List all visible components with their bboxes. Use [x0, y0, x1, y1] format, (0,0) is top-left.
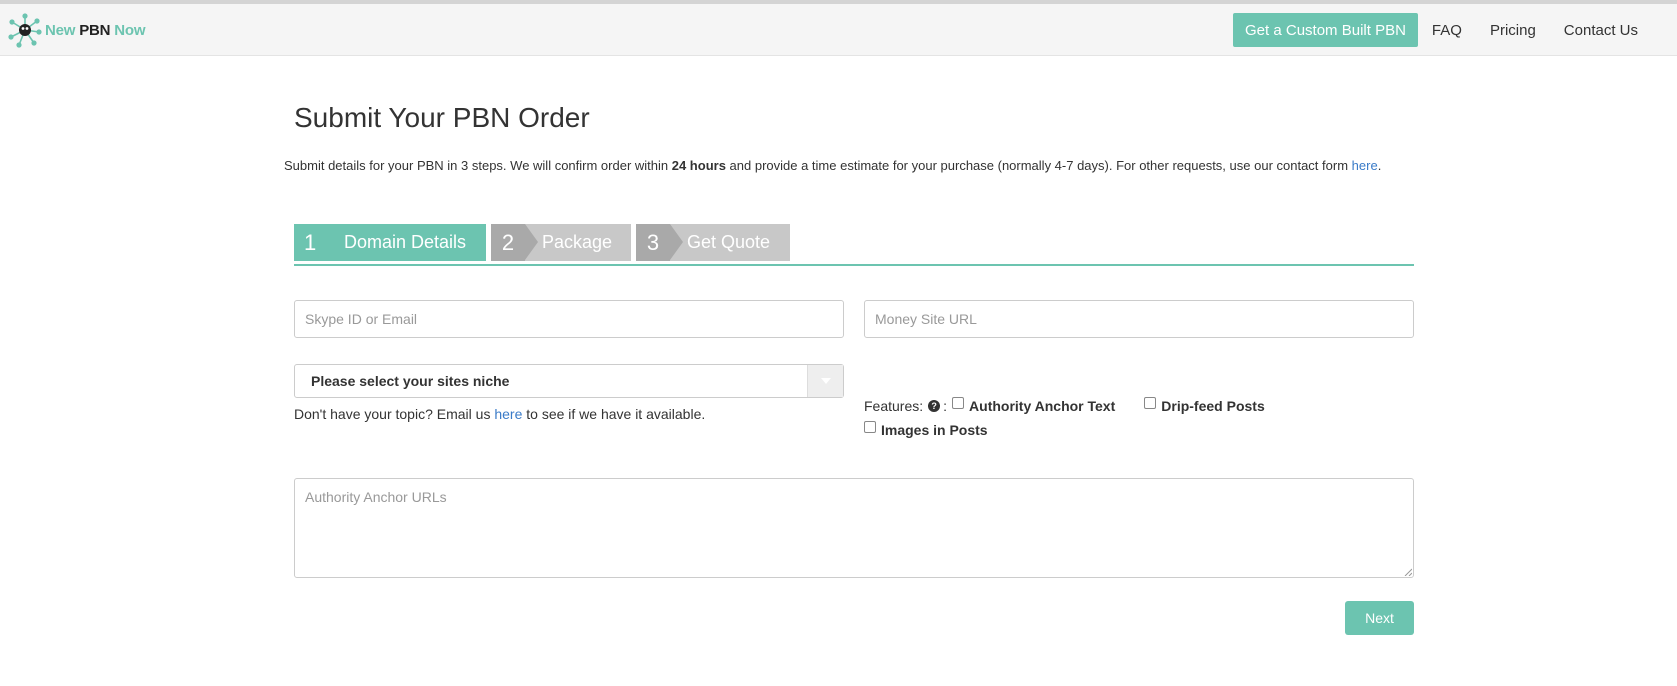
help-before: Don't have your topic? Email us: [294, 406, 495, 422]
nav-link-faq[interactable]: FAQ: [1418, 22, 1476, 39]
next-button[interactable]: Next: [1345, 601, 1414, 635]
niche-select[interactable]: Please select your sites niche: [294, 364, 844, 398]
textarea-placeholder: Authority Anchor URLs: [305, 489, 447, 505]
step-number-box: 3: [636, 224, 670, 261]
money-site-url-input[interactable]: Money Site URL: [864, 300, 1414, 338]
drip-feed-label[interactable]: Drip-feed Posts: [1161, 398, 1264, 414]
drip-feed-checkbox[interactable]: [1144, 397, 1157, 409]
step-arrow-icon: [525, 224, 538, 260]
order-steps: 1 Domain Details 2 Package 3 Get Quote: [294, 224, 854, 261]
features-row: Images in Posts: [864, 420, 988, 440]
steps-divider: [294, 264, 1414, 266]
authority-anchor-urls-textarea[interactable]: Authority Anchor URLs: [294, 478, 1414, 578]
brand-name: New PBN Now: [45, 21, 146, 39]
features-row: Features: ? : Authority Anchor Text Drip…: [864, 396, 1265, 416]
intro-end: .: [1377, 158, 1382, 173]
step-number: 2: [501, 229, 515, 255]
features-separator: :: [943, 398, 948, 414]
niche-help-text: Don't have your topic? Email us here to …: [294, 406, 705, 422]
nav-custom-pbn-button[interactable]: Get a Custom Built PBN: [1233, 13, 1418, 47]
nav-links: Get a Custom Built PBN FAQ Pricing Conta…: [1233, 13, 1652, 47]
authority-anchor-checkbox[interactable]: [952, 397, 965, 409]
niche-select-value: Please select your sites niche: [311, 373, 510, 389]
step-get-quote[interactable]: 3 Get Quote: [636, 224, 790, 261]
chevron-down-icon: [820, 378, 831, 384]
brand-logo[interactable]: New PBN Now: [8, 12, 146, 48]
step-label: Package: [542, 232, 613, 252]
question-circle-icon[interactable]: ?: [928, 400, 941, 412]
brand-part-new: New: [45, 21, 76, 39]
select-toggle[interactable]: [807, 365, 843, 397]
step-arrow-icon: [670, 224, 683, 260]
step-package[interactable]: 2 Package: [491, 224, 631, 261]
step-label: Get Quote: [687, 232, 771, 252]
network-logo-icon: [8, 13, 42, 48]
nav-link-contact[interactable]: Contact Us: [1550, 22, 1652, 39]
contact-form-link[interactable]: here: [1352, 158, 1378, 173]
features-label: Features:: [864, 398, 924, 414]
images-in-posts-checkbox[interactable]: [864, 421, 876, 433]
intro-after: and provide a time estimate for your pur…: [725, 158, 1352, 173]
brand-part-now: Now: [114, 21, 146, 39]
images-in-posts-label[interactable]: Images in Posts: [881, 422, 988, 438]
step-number: 1: [304, 229, 317, 255]
step-number: 3: [646, 229, 660, 255]
navbar: New PBN Now Get a Custom Built PBN FAQ P…: [0, 4, 1677, 56]
help-after: to see if we have it available.: [522, 406, 706, 422]
intro-before: Submit details for your PBN in 3 steps. …: [284, 158, 672, 173]
step-domain-details[interactable]: 1 Domain Details: [294, 224, 486, 261]
resize-grip-icon[interactable]: [1404, 568, 1412, 576]
step-number-box: 2: [491, 224, 525, 261]
step-label: Domain Details: [344, 232, 467, 252]
nav-link-pricing[interactable]: Pricing: [1476, 22, 1550, 39]
authority-anchor-label[interactable]: Authority Anchor Text: [969, 398, 1115, 414]
intro-text: Submit details for your PBN in 3 steps. …: [284, 158, 1381, 173]
intro-bold: 24 hours: [671, 158, 726, 173]
page-title: Submit Your PBN Order: [294, 102, 590, 133]
brand-part-pbn: PBN: [79, 21, 111, 39]
skype-email-input[interactable]: Skype ID or Email: [294, 300, 844, 338]
email-us-link[interactable]: here: [494, 406, 522, 422]
